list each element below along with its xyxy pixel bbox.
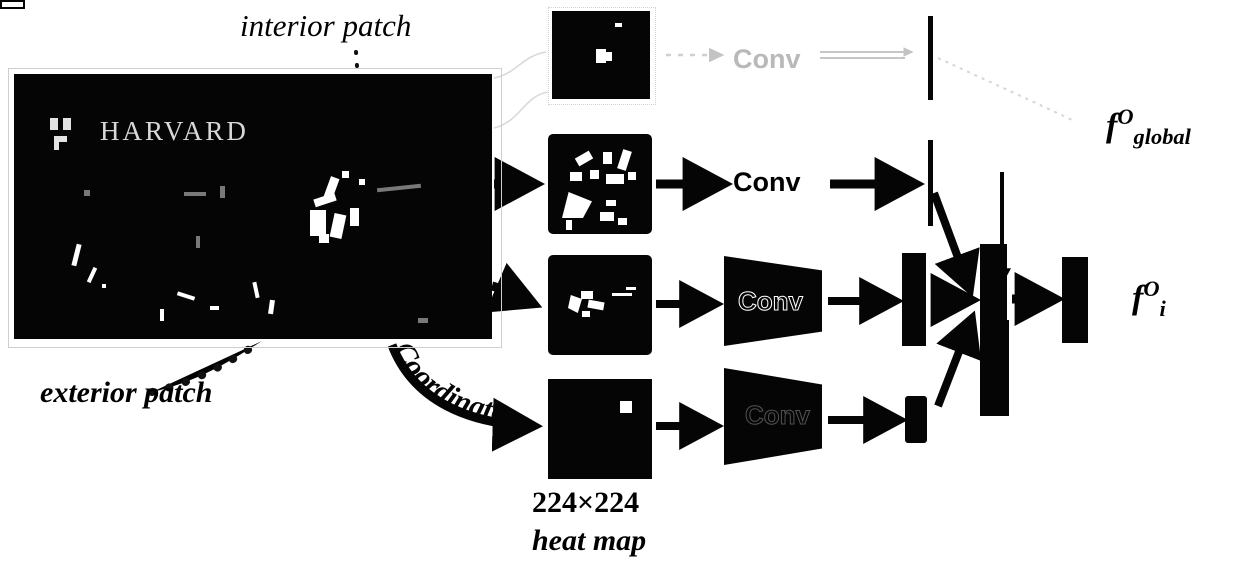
conv-trapezoid-label-2: Conv	[745, 400, 811, 431]
heat-map-caption: 224×224 heat map	[532, 484, 646, 559]
global-feature-base: f	[1106, 107, 1118, 145]
leader-feature-top-to-f-global	[937, 57, 1073, 121]
context-patch-thumbnail[interactable]	[548, 255, 652, 355]
instance-feature-sup: O	[1143, 276, 1160, 301]
conv-trapezoid-label-1: Conv	[738, 286, 804, 317]
instance-feature-base: f	[1132, 279, 1144, 317]
arrow-global-feature-to-concat	[930, 191, 980, 298]
heat-map-size: 224×224	[532, 486, 640, 519]
harvard-shield-logo	[50, 118, 84, 152]
coordinate-label: Coordinate	[387, 337, 508, 429]
heat-map-thumbnail[interactable]	[548, 379, 652, 479]
instance-feature-label: fOi	[1132, 276, 1166, 322]
figure-canvas: Coordinate HARVARD interior patch exteri…	[0, 0, 1239, 583]
heatmap-feature-vector	[905, 396, 927, 443]
exterior-patch-label: exterior patch	[40, 376, 213, 409]
heat-map-peak-marker	[620, 401, 632, 413]
interior-patch-thumbnail[interactable]	[552, 11, 650, 99]
conv-block-top: Conv	[733, 44, 801, 74]
interior-patch-label: interior patch	[240, 8, 412, 43]
arrow-conv-top-to-feature	[820, 47, 914, 59]
global-feature-label: fOglobal	[1106, 104, 1191, 150]
global-feature-bar-top	[928, 16, 933, 100]
global-feature-sup: O	[1117, 104, 1134, 129]
heat-map-label: heat map	[532, 523, 647, 557]
harvard-wordmark: HARVARD	[100, 116, 249, 146]
global-feature-sub: global	[1133, 124, 1191, 150]
global-feature-bar-mid	[928, 140, 933, 226]
exterior-patch-thumbnail[interactable]	[548, 134, 652, 234]
output-feature-vector	[1062, 257, 1088, 343]
interior-patch-faded-leaders	[493, 51, 549, 129]
concatenated-feature-vector-lower	[980, 320, 1009, 416]
conv-block-mid: Conv	[733, 167, 801, 197]
context-feature-vector	[902, 253, 926, 346]
instance-feature-sub: i	[1159, 296, 1166, 322]
whole-slide-image[interactable]: HARVARD	[14, 74, 492, 339]
arrow-feature-bar-2-to-concat	[934, 310, 982, 408]
